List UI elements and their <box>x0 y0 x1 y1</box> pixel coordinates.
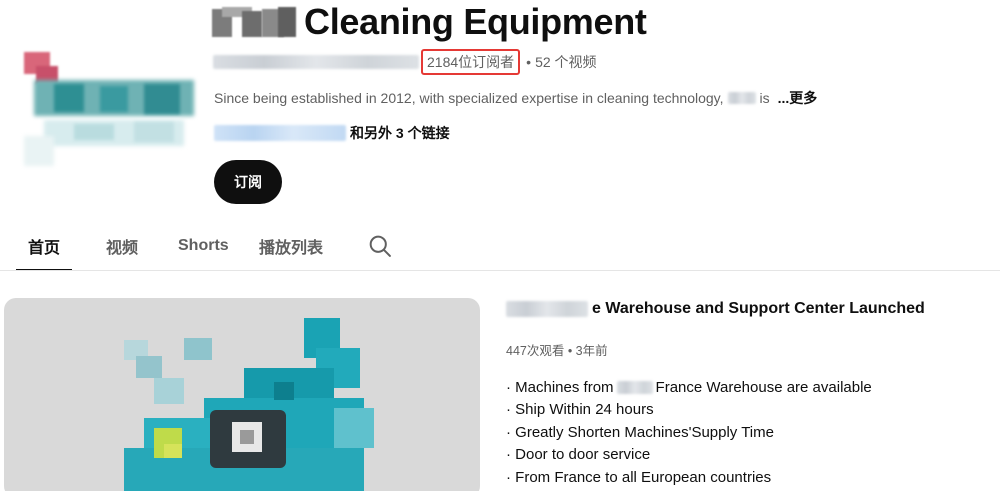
featured-video-thumbnail[interactable] <box>4 298 480 491</box>
channel-title: Cleaning Equipment <box>212 0 647 44</box>
channel-description[interactable]: Since being established in 2012, with sp… <box>214 88 817 108</box>
video-title-text: e Warehouse and Support Center Launched <box>592 300 925 317</box>
description-text: Since being established in 2012, with sp… <box>214 90 724 106</box>
featured-video-meta: 447次观看 • 3年前 <box>506 343 608 358</box>
channel-avatar <box>14 40 194 190</box>
description-line: · Machines from France Warehouse are ava… <box>506 378 872 396</box>
tab-videos[interactable]: 视频 <box>106 222 138 270</box>
featured-video-description: · Machines from France Warehouse are ava… <box>506 376 872 489</box>
video-title-redacted <box>506 301 588 317</box>
description-line: · From France to all European countries <box>506 468 772 486</box>
description-line: · Greatly Shorten Machines'Supply Time <box>506 423 774 441</box>
subscribe-button[interactable]: 订阅 <box>214 160 282 204</box>
channel-handle-redacted <box>213 55 419 69</box>
video-count: 52 个视频 <box>535 54 597 70</box>
description-line-redacted <box>616 380 653 394</box>
description-tail: is <box>759 90 770 106</box>
separator-dot: • <box>526 54 532 70</box>
tab-playlists[interactable]: 播放列表 <box>259 222 323 270</box>
channel-meta: 2184位订阅者 • 52 个视频 <box>213 49 597 75</box>
channel-name-redacted <box>212 5 298 39</box>
tab-shorts[interactable]: Shorts <box>178 222 229 270</box>
tabs-divider <box>0 270 1000 271</box>
description-line: · Ship Within 24 hours <box>506 401 654 419</box>
channel-links: 和另外 3 个链接 <box>214 123 450 143</box>
subscriber-count: 2184位订阅者 <box>421 49 521 75</box>
channel-title-text: Cleaning Equipment <box>304 1 647 42</box>
channel-link-redacted[interactable] <box>214 125 346 141</box>
more-link[interactable]: ...更多 <box>778 88 818 108</box>
description-line: · Door to door service <box>506 446 651 464</box>
channel-tabs: 首页 视频 Shorts 播放列表 <box>0 222 1000 271</box>
description-redacted <box>727 92 756 104</box>
tab-home[interactable]: 首页 <box>16 222 72 271</box>
featured-video-title[interactable]: e Warehouse and Support Center Launched <box>506 298 925 320</box>
search-icon[interactable] <box>366 232 394 260</box>
more-links[interactable]: 和另外 3 个链接 <box>350 123 450 143</box>
